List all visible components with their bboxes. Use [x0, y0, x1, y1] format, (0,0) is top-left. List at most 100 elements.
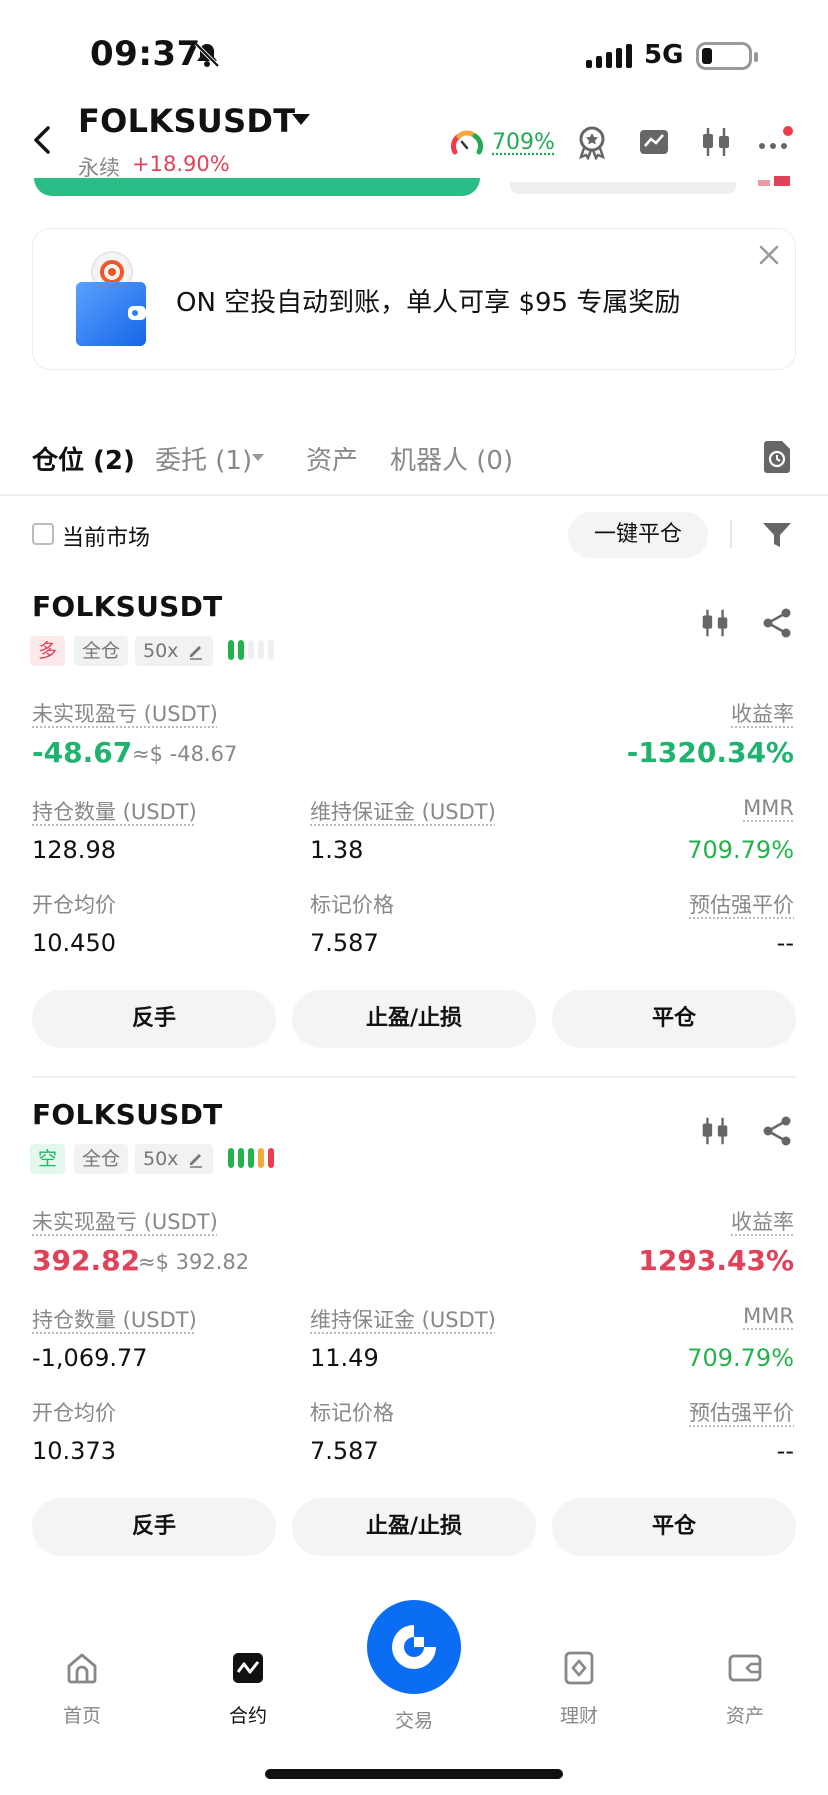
- current-market-checkbox[interactable]: [32, 523, 54, 545]
- nav-earn[interactable]: 理财: [534, 1650, 624, 1728]
- risk-level-bars: [228, 640, 274, 660]
- edit-icon: [190, 1154, 202, 1168]
- scroll-remnant: [510, 182, 736, 194]
- mmr-label[interactable]: MMR: [743, 796, 794, 820]
- history-doc-icon[interactable]: [762, 440, 792, 474]
- tab-bots[interactable]: 机器人 (0): [390, 440, 513, 477]
- filter-icon[interactable]: [760, 518, 794, 552]
- mmr-label[interactable]: MMR: [743, 1304, 794, 1328]
- tab-assets[interactable]: 资产: [306, 440, 358, 477]
- long-short-bar: [34, 178, 480, 196]
- chevron-down-icon[interactable]: [292, 114, 310, 125]
- liq-price-value: --: [776, 929, 794, 957]
- unrealized-pnl-usd: ≈$ 392.82: [138, 1250, 250, 1274]
- unrealized-pnl-usd: ≈$ -48.67: [132, 742, 238, 766]
- leverage-tag[interactable]: 50x: [135, 636, 213, 666]
- close-all-button[interactable]: 一键平仓: [568, 512, 708, 558]
- position-size-label[interactable]: 持仓数量 (USDT): [32, 796, 197, 826]
- trade-fab-button[interactable]: [367, 1600, 461, 1694]
- candlestick-icon[interactable]: [698, 606, 732, 640]
- home-indicator: [265, 1769, 563, 1779]
- tp-sl-button[interactable]: 止盈/止损: [292, 1498, 536, 1556]
- roe-label[interactable]: 收益率: [731, 698, 794, 728]
- tab-positions[interactable]: 仓位 (2): [32, 440, 135, 477]
- pair-title[interactable]: FOLKSUSDT: [78, 102, 295, 140]
- leverage-value: 50x: [143, 640, 179, 662]
- nav-futures[interactable]: 合约: [203, 1650, 293, 1728]
- liq-price-label[interactable]: 预估强平价: [689, 1397, 794, 1427]
- mark-price-label: 标记价格: [310, 893, 394, 917]
- leverage-tag[interactable]: 50x: [135, 1144, 213, 1174]
- reverse-button[interactable]: 反手: [32, 990, 276, 1048]
- network-type: 5G: [644, 40, 684, 70]
- status-time: 09:37: [90, 34, 201, 74]
- side-tag-long: 多: [30, 636, 66, 666]
- edit-icon: [190, 646, 202, 660]
- maint-margin-value: 1.38: [310, 836, 364, 864]
- roe-label[interactable]: 收益率: [731, 1206, 794, 1236]
- unrealized-pnl-label[interactable]: 未实现盈亏 (USDT): [32, 1206, 218, 1236]
- unrealized-pnl-value: 392.82: [32, 1244, 141, 1277]
- tabs-divider: [0, 494, 828, 496]
- entry-price-value: 10.450: [32, 929, 116, 957]
- tp-sl-button[interactable]: 止盈/止损: [292, 990, 536, 1048]
- nav-assets-label: 资产: [725, 1705, 764, 1727]
- earn-icon: [564, 1651, 594, 1685]
- unrealized-pnl-label[interactable]: 未实现盈亏 (USDT): [32, 698, 218, 728]
- liq-price-value: --: [776, 1437, 794, 1465]
- margin-mode-tag: 全仓: [74, 636, 129, 666]
- home-icon: [67, 1653, 97, 1684]
- mark-price-value: 7.587: [310, 1437, 379, 1465]
- card-divider: [32, 1076, 796, 1078]
- position-size-value: -1,069.77: [32, 1344, 148, 1372]
- roe-value: -1320.34%: [626, 736, 794, 769]
- roe-value: 1293.43%: [638, 1244, 794, 1277]
- tab-orders[interactable]: 委托 (1): [155, 440, 252, 477]
- entry-price-label: 开仓均价: [32, 1401, 116, 1425]
- close-position-button[interactable]: 平仓: [552, 990, 796, 1048]
- liq-price-label[interactable]: 预估强平价: [689, 889, 794, 919]
- close-position-button[interactable]: 平仓: [552, 1498, 796, 1556]
- maint-margin-value: 11.49: [310, 1344, 379, 1372]
- close-icon[interactable]: [756, 242, 782, 268]
- chart-exchange-icon[interactable]: [636, 124, 672, 160]
- unrealized-pnl-value: -48.67: [32, 736, 133, 769]
- notification-dot: [783, 126, 793, 136]
- maint-margin-label[interactable]: 维持保证金 (USDT): [310, 1304, 496, 1334]
- nav-home-label: 首页: [62, 1705, 101, 1727]
- mmr-value: 709.79%: [687, 1344, 794, 1372]
- trade-fab-icon: [392, 1625, 436, 1669]
- back-icon[interactable]: [30, 124, 54, 156]
- nav-assets[interactable]: 资产: [700, 1650, 790, 1728]
- candlestick-icon[interactable]: [698, 1114, 732, 1148]
- battery-icon: [696, 42, 758, 70]
- mark-price-label: 标记价格: [310, 1401, 394, 1425]
- share-icon[interactable]: [760, 1114, 794, 1148]
- nav-trade-label[interactable]: 交易: [369, 1706, 459, 1733]
- bell-muted-icon: [194, 42, 220, 68]
- maint-margin-label[interactable]: 维持保证金 (USDT): [310, 796, 496, 826]
- share-icon[interactable]: [760, 606, 794, 640]
- margin-ratio-value[interactable]: 709%: [492, 130, 555, 155]
- risk-level-bars: [228, 1148, 274, 1168]
- chevron-down-icon[interactable]: [252, 454, 264, 461]
- leverage-value: 50x: [143, 1148, 179, 1170]
- position-size-value: 128.98: [32, 836, 116, 864]
- orderbook-remnant: [758, 176, 790, 186]
- entry-price-value: 10.373: [32, 1437, 116, 1465]
- gauge-icon[interactable]: [450, 128, 484, 162]
- entry-price-label: 开仓均价: [32, 893, 116, 917]
- current-market-label[interactable]: 当前市场: [62, 520, 150, 552]
- price-change: +18.90%: [132, 152, 230, 176]
- nav-earn-label: 理财: [559, 1705, 598, 1727]
- nav-home[interactable]: 首页: [37, 1650, 127, 1728]
- mark-price-value: 7.587: [310, 929, 379, 957]
- position-symbol[interactable]: FOLKSUSDT: [32, 1098, 223, 1131]
- candlestick-icon[interactable]: [698, 124, 734, 160]
- position-symbol[interactable]: FOLKSUSDT: [32, 590, 223, 623]
- wallet-icon: [728, 1654, 762, 1682]
- position-size-label[interactable]: 持仓数量 (USDT): [32, 1304, 197, 1334]
- promo-text[interactable]: ON 空投自动到账，单人可享 $95 专属奖励: [176, 282, 680, 319]
- badge-icon[interactable]: [574, 124, 610, 160]
- reverse-button[interactable]: 反手: [32, 1498, 276, 1556]
